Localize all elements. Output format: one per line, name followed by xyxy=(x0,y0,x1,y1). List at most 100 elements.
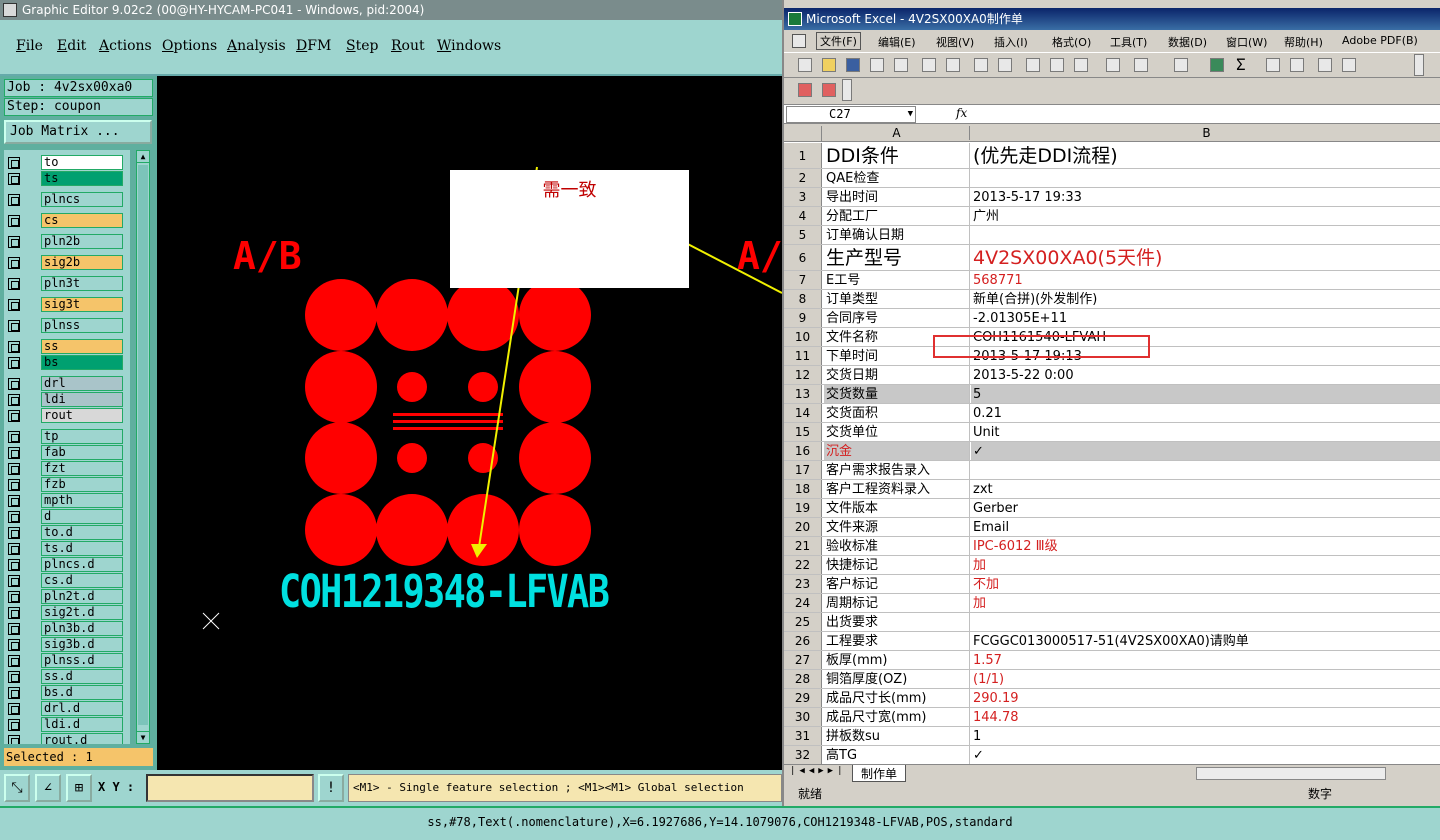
cell-a[interactable]: QAE检查 xyxy=(824,169,970,187)
hyperlink-icon[interactable] xyxy=(1210,58,1224,72)
layer-checkbox[interactable] xyxy=(8,431,20,443)
print-preview-icon[interactable] xyxy=(946,58,960,72)
row-number[interactable]: 8 xyxy=(784,290,822,308)
cell-a[interactable]: 交货面积 xyxy=(824,404,970,422)
layer-name[interactable]: sig2b xyxy=(41,255,123,270)
chart-wizard-icon[interactable] xyxy=(1318,58,1332,72)
cell-b[interactable]: 290.19 xyxy=(971,689,1440,707)
layer-name[interactable]: to xyxy=(41,155,123,170)
paste-icon[interactable] xyxy=(1074,58,1088,72)
document-icon[interactable] xyxy=(792,34,806,48)
name-box-dropdown-icon[interactable]: ▼ xyxy=(908,107,913,122)
layer-row[interactable]: fzt xyxy=(4,461,130,477)
cell-b[interactable]: (优先走DDI流程) xyxy=(971,143,1440,168)
layer-checkbox[interactable] xyxy=(8,687,20,699)
row-number[interactable]: 4 xyxy=(784,207,822,225)
layer-name[interactable]: bs xyxy=(41,355,123,370)
layer-row[interactable]: plnss.d xyxy=(4,653,130,669)
menu-step[interactable]: Step xyxy=(346,38,378,54)
layer-row[interactable]: sig2b xyxy=(4,255,130,271)
cell-a[interactable]: 文件版本 xyxy=(824,499,970,517)
permission-icon[interactable] xyxy=(870,58,884,72)
layer-checkbox[interactable] xyxy=(8,173,20,185)
layer-row[interactable]: rout.d xyxy=(4,733,130,744)
layer-name[interactable]: plncs xyxy=(41,192,123,207)
layer-row[interactable]: drl.d xyxy=(4,701,130,717)
layer-name[interactable]: bs.d xyxy=(41,685,123,700)
xl-menu-window[interactable]: 窗口(W) xyxy=(1226,34,1267,50)
layer-checkbox[interactable] xyxy=(8,463,20,475)
row-number[interactable]: 26 xyxy=(784,632,822,650)
layer-checkbox[interactable] xyxy=(8,575,20,587)
layer-name[interactable]: cs xyxy=(41,213,123,228)
feature-text[interactable]: COH1219348-LFVAB xyxy=(279,565,610,618)
cell-b[interactable] xyxy=(971,461,1440,479)
save-icon[interactable] xyxy=(846,58,860,72)
research-icon[interactable] xyxy=(998,58,1012,72)
layer-checkbox[interactable] xyxy=(8,591,20,603)
cell-b[interactable]: IPC-6012 Ⅲ级 xyxy=(971,537,1440,555)
menu-windows[interactable]: Windows xyxy=(437,38,501,54)
layer-name[interactable]: pln2t.d xyxy=(41,589,123,604)
sheet-tab-active[interactable]: 制作单 xyxy=(852,765,907,782)
row-number[interactable]: 14 xyxy=(784,404,822,422)
cell-b[interactable]: 5 xyxy=(971,385,1440,403)
xl-menu-view[interactable]: 视图(V) xyxy=(936,34,974,50)
layer-checkbox[interactable] xyxy=(8,511,20,523)
print-icon[interactable] xyxy=(922,58,936,72)
layer-name[interactable]: plnss xyxy=(41,318,123,333)
pdf-toolbar-options-icon[interactable] xyxy=(842,79,852,101)
select-arrow-icon[interactable]: ⤡ xyxy=(4,774,30,802)
email-icon[interactable] xyxy=(894,58,908,72)
layer-row[interactable]: plncs xyxy=(4,192,130,208)
cell-b[interactable]: Email xyxy=(971,518,1440,536)
row-number[interactable]: 18 xyxy=(784,480,822,498)
cell-a[interactable]: 导出时间 xyxy=(824,188,970,206)
layer-row[interactable]: to.d xyxy=(4,525,130,541)
layer-checkbox[interactable] xyxy=(8,527,20,539)
spreadsheet-grid[interactable]: A B 1 DDI条件 (优先走DDI流程) 2 QAE检查 3 导出时间 2013-5-17… xyxy=(784,124,1440,764)
layer-name[interactable]: drl.d xyxy=(41,701,123,716)
horizontal-scrollbar[interactable] xyxy=(1196,767,1386,780)
row-number[interactable]: 24 xyxy=(784,594,822,612)
layer-row[interactable]: rout xyxy=(4,408,130,424)
layer-row[interactable]: to xyxy=(4,155,130,171)
layer-row[interactable]: plnss xyxy=(4,318,130,334)
row-number[interactable]: 27 xyxy=(784,651,822,669)
layer-row[interactable]: ldi xyxy=(4,392,130,408)
menu-options[interactable]: Options xyxy=(162,38,217,54)
cell-b[interactable]: 1.57 xyxy=(971,651,1440,669)
layer-row[interactable]: d xyxy=(4,509,130,525)
select-all-corner[interactable] xyxy=(784,126,822,142)
row-number[interactable]: 13 xyxy=(784,385,822,403)
layer-checkbox[interactable] xyxy=(8,378,20,390)
layer-row[interactable]: bs.d xyxy=(4,685,130,701)
row-number[interactable]: 10 xyxy=(784,328,822,346)
undo-icon[interactable] xyxy=(1134,58,1148,72)
cell-a[interactable]: 工程要求 xyxy=(824,632,970,650)
cell-b[interactable]: 新单(合拼)(外发制作) xyxy=(971,290,1440,308)
column-header-b[interactable]: B xyxy=(971,126,1440,140)
layer-row[interactable]: pln2b xyxy=(4,234,130,250)
row-number[interactable]: 22 xyxy=(784,556,822,574)
layer-row[interactable]: plncs.d xyxy=(4,557,130,573)
row-number[interactable]: 21 xyxy=(784,537,822,555)
row-number[interactable]: 17 xyxy=(784,461,822,479)
cell-b[interactable]: Gerber xyxy=(971,499,1440,517)
cell-b[interactable]: 0.21 xyxy=(971,404,1440,422)
layer-name[interactable]: sig3t xyxy=(41,297,123,312)
layer-checkbox[interactable] xyxy=(8,623,20,635)
layer-checkbox[interactable] xyxy=(8,215,20,227)
cell-b[interactable] xyxy=(971,169,1440,187)
cell-a[interactable]: 交货单位 xyxy=(824,423,970,441)
cell-a[interactable]: 成品尺寸长(mm) xyxy=(824,689,970,707)
tab-nav-icons[interactable]: |◀◀▶▶| xyxy=(790,766,847,776)
layer-name[interactable]: fzb xyxy=(41,477,123,492)
layer-row[interactable]: pln3b.d xyxy=(4,621,130,637)
cell-b[interactable]: 568771 xyxy=(971,271,1440,289)
layer-name[interactable]: mpth xyxy=(41,493,123,508)
sort-descending-icon[interactable] xyxy=(1290,58,1304,72)
layer-row[interactable]: sig2t.d xyxy=(4,605,130,621)
row-number[interactable]: 3 xyxy=(784,188,822,206)
row-number[interactable]: 7 xyxy=(784,271,822,289)
